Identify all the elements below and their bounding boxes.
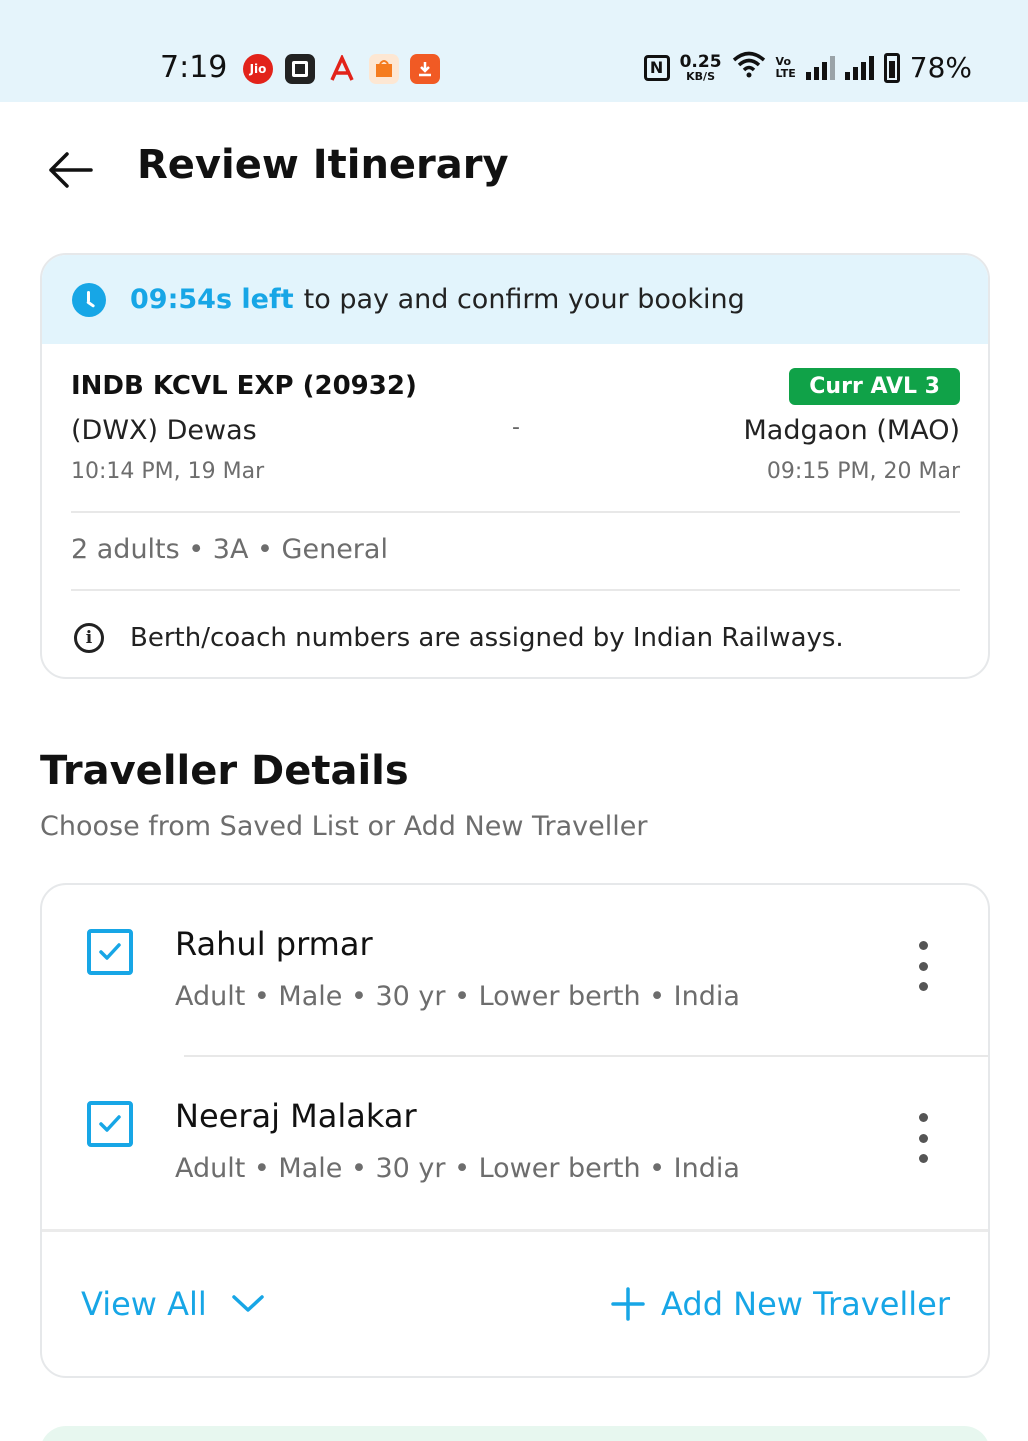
nfc-icon: N (643, 54, 670, 81)
wifi-icon (732, 50, 766, 85)
acrobat-app-icon (327, 54, 357, 84)
timer-message: to pay and confirm your booking (303, 284, 745, 315)
timer-countdown: 09:54s left (130, 284, 294, 315)
passenger-summary: 2 adults • 3A • General (71, 534, 388, 565)
traveller-checkbox[interactable] (87, 929, 133, 975)
more-options-icon[interactable] (906, 1111, 940, 1165)
divider (71, 589, 960, 591)
berth-info-note: i Berth/coach numbers are assigned by In… (74, 623, 844, 653)
battery-icon (883, 52, 900, 83)
clock-icon (72, 282, 106, 317)
chevron-down-icon (232, 1295, 264, 1312)
train-name: INDB KCVL EXP (20932) (71, 371, 417, 401)
back-button[interactable] (40, 140, 100, 200)
plus-icon (611, 1287, 645, 1321)
divider (42, 1229, 988, 1232)
checkmark-icon (99, 1115, 121, 1132)
traveller-meta: Adult • Male • 30 yr • Lower berth • Ind… (175, 981, 740, 1012)
traveller-name: Neeraj Malakar (175, 1097, 417, 1135)
back-arrow-icon (49, 152, 93, 188)
page-title: Review Itinerary (137, 142, 509, 188)
divider (71, 511, 960, 513)
checkmark-icon (99, 943, 121, 960)
info-note-text: Berth/coach numbers are assigned by Indi… (130, 623, 844, 653)
traveller-meta: Adult • Male • 30 yr • Lower berth • Ind… (175, 1153, 740, 1184)
status-bar: 7:19 Jio N 0.25 KB/S Vo LTE 78% (0, 0, 1028, 102)
departure-time: 10:14 PM, 19 Mar (71, 459, 265, 484)
jio-icon: Jio (243, 54, 273, 84)
battery-percent: 78% (909, 51, 972, 84)
itinerary-card: 09:54s left to pay and confirm your book… (40, 253, 990, 679)
traveller-checkbox[interactable] (87, 1101, 133, 1147)
traveller-details-subtitle: Choose from Saved List or Add New Travel… (40, 811, 648, 842)
notification-app-icon (410, 54, 440, 84)
signal-sim2-icon (844, 55, 874, 80)
gallery-app-icon (285, 54, 315, 84)
route-separator: - (512, 415, 520, 440)
net-speed: 0.25 KB/S (679, 51, 722, 83)
shopping-app-icon (369, 54, 399, 84)
info-icon: i (74, 623, 104, 653)
traveller-row[interactable]: Rahul prmar Adult • Male • 30 yr • Lower… (42, 885, 988, 1057)
from-station: (DWX) Dewas (71, 415, 257, 446)
next-section-card (40, 1426, 990, 1441)
view-all-label: View All (81, 1285, 207, 1323)
payment-timer-banner: 09:54s left to pay and confirm your book… (42, 255, 988, 344)
traveller-row[interactable]: Neeraj Malakar Adult • Male • 30 yr • Lo… (42, 1057, 988, 1229)
view-all-button[interactable]: View All (81, 1285, 265, 1323)
traveller-details-title: Traveller Details (40, 748, 409, 794)
arrival-time: 09:15 PM, 20 Mar (766, 459, 960, 484)
status-indicators: N 0.25 KB/S Vo LTE 78% (643, 50, 972, 85)
traveller-list-card: Rahul prmar Adult • Male • 30 yr • Lower… (40, 883, 990, 1378)
add-new-traveller-button[interactable]: Add New Traveller (611, 1285, 950, 1323)
to-station: Madgaon (MAO) (743, 415, 961, 446)
more-options-icon[interactable] (906, 939, 940, 993)
add-new-traveller-label: Add New Traveller (661, 1285, 950, 1323)
signal-sim1-icon (805, 55, 835, 80)
traveller-name: Rahul prmar (175, 925, 373, 963)
availability-badge: Curr AVL 3 (789, 368, 960, 405)
volte-icon: Vo LTE (775, 54, 796, 80)
status-time: 7:19 (160, 50, 228, 85)
